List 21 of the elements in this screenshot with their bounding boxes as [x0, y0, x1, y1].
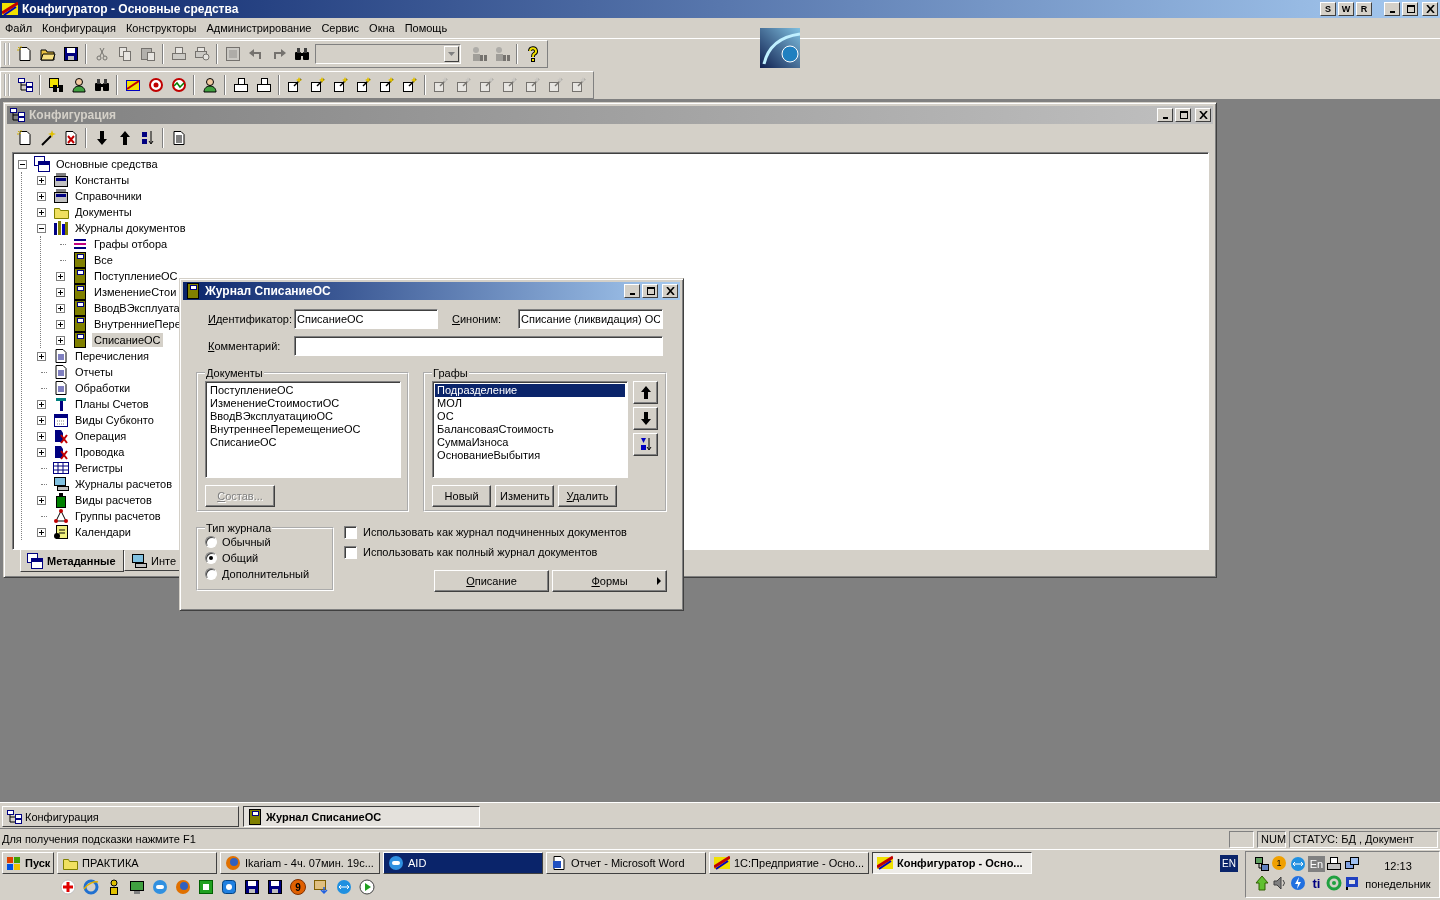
- group-title: Графы: [432, 367, 469, 379]
- radio-label: Дополнительный: [222, 568, 310, 580]
- field-label: Идентификатор:: [207, 313, 294, 325]
- status-pane: NUM: [1257, 830, 1286, 848]
- status-pane: СТАТУС: БД , Документ: [1289, 830, 1438, 848]
- status-text: Для получения подсказки нажмите F1: [1, 833, 197, 845]
- dialog-title: Журнал СписаниеОС: [205, 284, 332, 298]
- field-label: Синоним:: [452, 313, 503, 325]
- radio-label: Обычный: [222, 536, 271, 548]
- window-title: Конфигуратор - Основные средства: [22, 2, 240, 16]
- tab-label: Метаданные: [47, 554, 116, 567]
- checkbox-label: Использовать как полный журнал документов: [363, 546, 598, 558]
- checkbox-label: Использовать как журнал подчиненных документов: [363, 526, 627, 538]
- tab-label: Инте: [151, 554, 176, 567]
- window-title: Конфигурация: [29, 108, 118, 122]
- clock-day: понедельник: [1365, 878, 1431, 890]
- group-title: Тип журнала: [205, 522, 273, 534]
- radio-label: Общий: [222, 552, 259, 564]
- field-label: Комментарий:: [207, 340, 282, 352]
- clock-time: 12:13: [1384, 860, 1412, 872]
- group-title: Документы: [205, 367, 264, 379]
